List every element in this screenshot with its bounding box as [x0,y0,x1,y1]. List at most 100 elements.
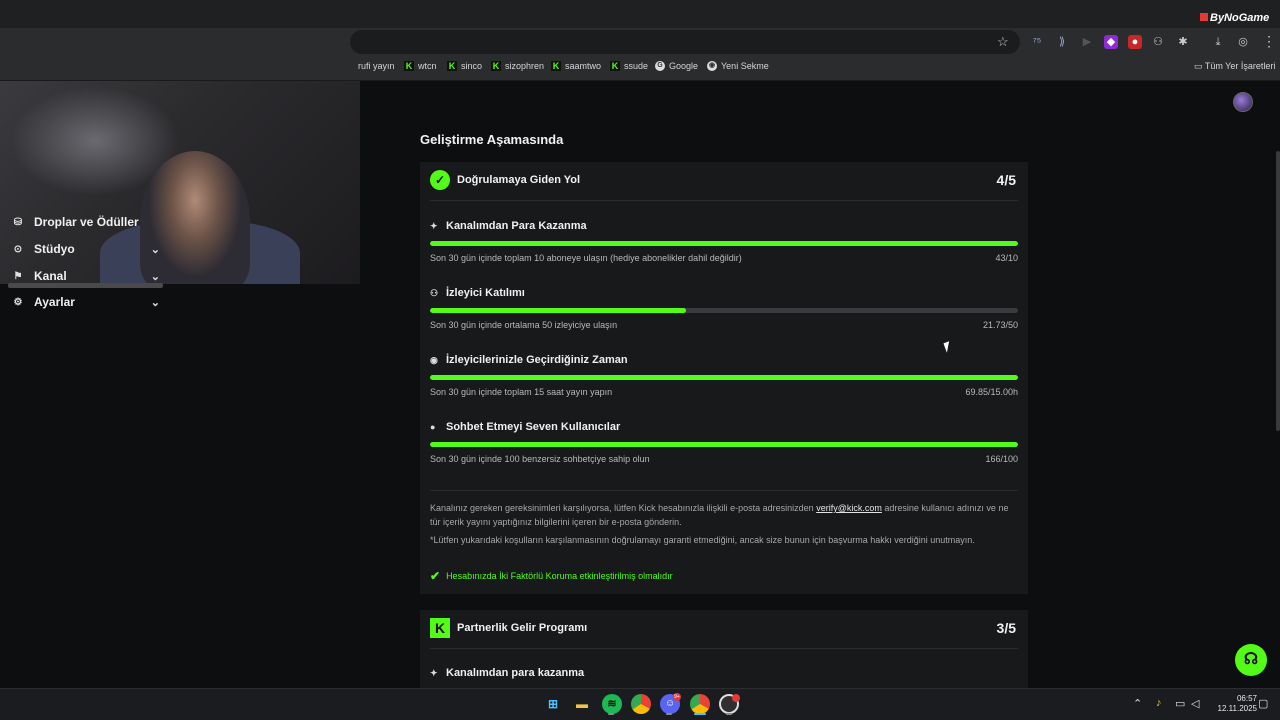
divider [430,200,1018,201]
disclaimer-note: *Lütfen yukarıdaki koşulların karşılanma… [430,535,975,545]
channel-icon: ⚑ [13,270,23,282]
chrome-icon[interactable] [690,694,710,714]
profile-icon[interactable]: ◎ [1236,35,1250,49]
kick-icon: K [610,61,620,71]
partner-card: K Partnerlik Gelir Programı 3/5 ✦ Kanalı… [420,610,1028,688]
chrome-icon[interactable] [631,694,651,714]
progress-fill [430,308,686,313]
gear-icon: ⚙ [13,296,23,308]
address-bar[interactable] [350,30,1020,54]
notifications-icon[interactable]: ▢ [1258,697,1268,710]
running-indicator [608,713,614,715]
sidebar-item-studio[interactable]: ⊙ Stüdyo ⌄ [12,242,160,256]
requirement-desc: Son 30 gün içinde ortalama 50 izleyiciye… [430,320,618,330]
display-icon[interactable]: ▭ [1175,697,1185,710]
requirement-monetization: ✦ Kanalımdan para kazanma [430,667,585,679]
chevron-down-icon: ⌄ [150,296,160,309]
chrome-icon: ◉ [707,61,717,71]
extension-icon[interactable]: ⟫ [1055,35,1069,49]
bookmark-item[interactable]: Ksaamtwo [551,61,601,71]
bookmark-item[interactable]: Kwtcn [404,61,437,71]
bookmark-item[interactable]: Kssude [610,61,648,71]
requirement-value: 43/10 [995,253,1018,263]
requirement-value: 21.73/50 [982,320,1018,330]
section-title: Geliştirme Aşamasında [420,132,564,147]
user-avatar[interactable] [1233,92,1253,112]
gift-icon: ⛁ [13,216,23,228]
card-score: 3/5 [996,620,1016,636]
extension-icon[interactable]: ◆ [1104,35,1118,49]
support-chat-button[interactable]: ☊ [1235,644,1267,676]
requirement-value: 69.85/15.00h [965,387,1018,397]
card-title: Partnerlik Gelir Programı [457,622,588,634]
all-bookmarks-button[interactable]: ▭ Tüm Yer İşaretleri [1194,61,1275,72]
verified-badge-icon: ✓ [430,170,450,190]
card-score: 4/5 [996,172,1016,188]
extension-icon[interactable]: ▶ [1080,35,1094,49]
card-title: Doğrulamaya Giden Yol [457,174,581,186]
system-clock[interactable]: 06:57 12.11.2025 [1207,694,1257,714]
sparkle-icon: ✦ [430,667,438,678]
kick-icon: K [551,61,561,71]
bookmark-item[interactable]: Ksinco [447,61,482,71]
running-indicator [726,713,732,715]
twofa-requirement: ✔ Hesabınızda İki Faktörlü Koruma etkinl… [430,569,673,583]
card-header: K Partnerlik Gelir Programı 3/5 [420,610,1028,648]
requirement-value: 166/100 [985,454,1018,464]
bookmark-item[interactable]: Ksizophren [491,61,544,71]
progress-bar [430,442,1018,447]
requirement-desc: Son 30 gün içinde 100 benzersiz sohbetçi… [430,454,650,464]
progress-fill [430,442,1018,447]
kick-icon: K [447,61,457,71]
extension-icon[interactable]: ● [1128,35,1142,49]
kick-icon: K [404,61,414,71]
tray-overflow-icon[interactable]: ⌃ [1133,697,1142,710]
file-explorer-icon[interactable]: ▬ [572,694,592,714]
chevron-down-icon: ⌄ [150,243,160,256]
microphone-icon[interactable]: ♪ [1156,697,1162,709]
broadcast-icon: ◉ [430,354,438,365]
page-scrollbar[interactable] [1276,151,1280,431]
checkmark-icon: ✔ [430,569,441,583]
folder-icon: ▭ [1194,61,1205,71]
browser-menu-icon[interactable]: ⋮ [1262,33,1276,50]
sidebar-item-settings[interactable]: ⚙ Ayarlar ⌄ [12,295,160,309]
sidebar-item-drops[interactable]: ⛁ Droplar ve Ödüller [12,215,160,229]
verification-card: ✓ Doğrulamaya Giden Yol 4/5 ✦ Kanalımdan … [420,162,1028,594]
spotify-icon[interactable]: ≋ [602,694,622,714]
chat-bubble-icon: ● [430,422,436,432]
requirement-desc: Son 30 gün içinde toplam 10 aboneye ulaş… [430,253,742,263]
progress-fill [430,375,1018,380]
speaker-icon[interactable]: ◁ [1191,697,1199,710]
google-icon: G [655,61,665,71]
recording-dot-icon [732,694,740,702]
divider [430,648,1018,649]
download-icon[interactable]: ⤓ [1211,35,1225,49]
progress-bar [430,375,1018,380]
bookmark-star-icon[interactable]: ☆ [997,34,1009,50]
viewers-icon: ⚇ [430,287,439,298]
running-indicator [666,713,672,715]
progress-bar [430,308,1018,313]
bookmark-item[interactable]: ◉ Yeni Sekme [707,61,769,71]
puzzle-icon[interactable]: ✱ [1176,35,1190,49]
notification-badge: 9+ [673,693,681,701]
sidebar-scroll-indicator [8,283,163,288]
sidebar-item-channel[interactable]: ⚑ Kanal ⌄ [12,269,160,283]
requirement-desc: Son 30 gün içinde toplam 15 saat yayın y… [430,387,613,397]
verify-email-link[interactable]: verify@kick.com [816,503,882,513]
page-content: ⛁ Droplar ve Ödüller ⊙ Stüdyo ⌄ ⚑ Kanal … [0,81,1280,688]
extension-icon[interactable]: ⚇ [1151,35,1165,49]
studio-icon: ⊙ [13,243,23,255]
active-indicator [694,713,706,715]
verification-note: Kanalınız gereken gereksinimleri karşılı… [430,503,1009,527]
divider [430,490,1018,491]
tab-strip [0,0,1280,28]
windows-start-icon[interactable]: ⊞ [543,694,563,714]
extension-icon[interactable]: ⁷⁵ [1030,35,1044,49]
bookmark-item[interactable]: rufi yayın [358,61,395,71]
kick-logo-icon: K [430,618,450,638]
screen: ☆ ⁷⁵ ⟫ ▶ ◆ ● ⚇ ✱ ⤓ ◎ ⋮ ByNoGame rufi yay… [0,0,1280,720]
card-header: ✓ Doğrulamaya Giden Yol 4/5 [420,162,1028,200]
bookmark-item[interactable]: G Google [655,61,698,71]
